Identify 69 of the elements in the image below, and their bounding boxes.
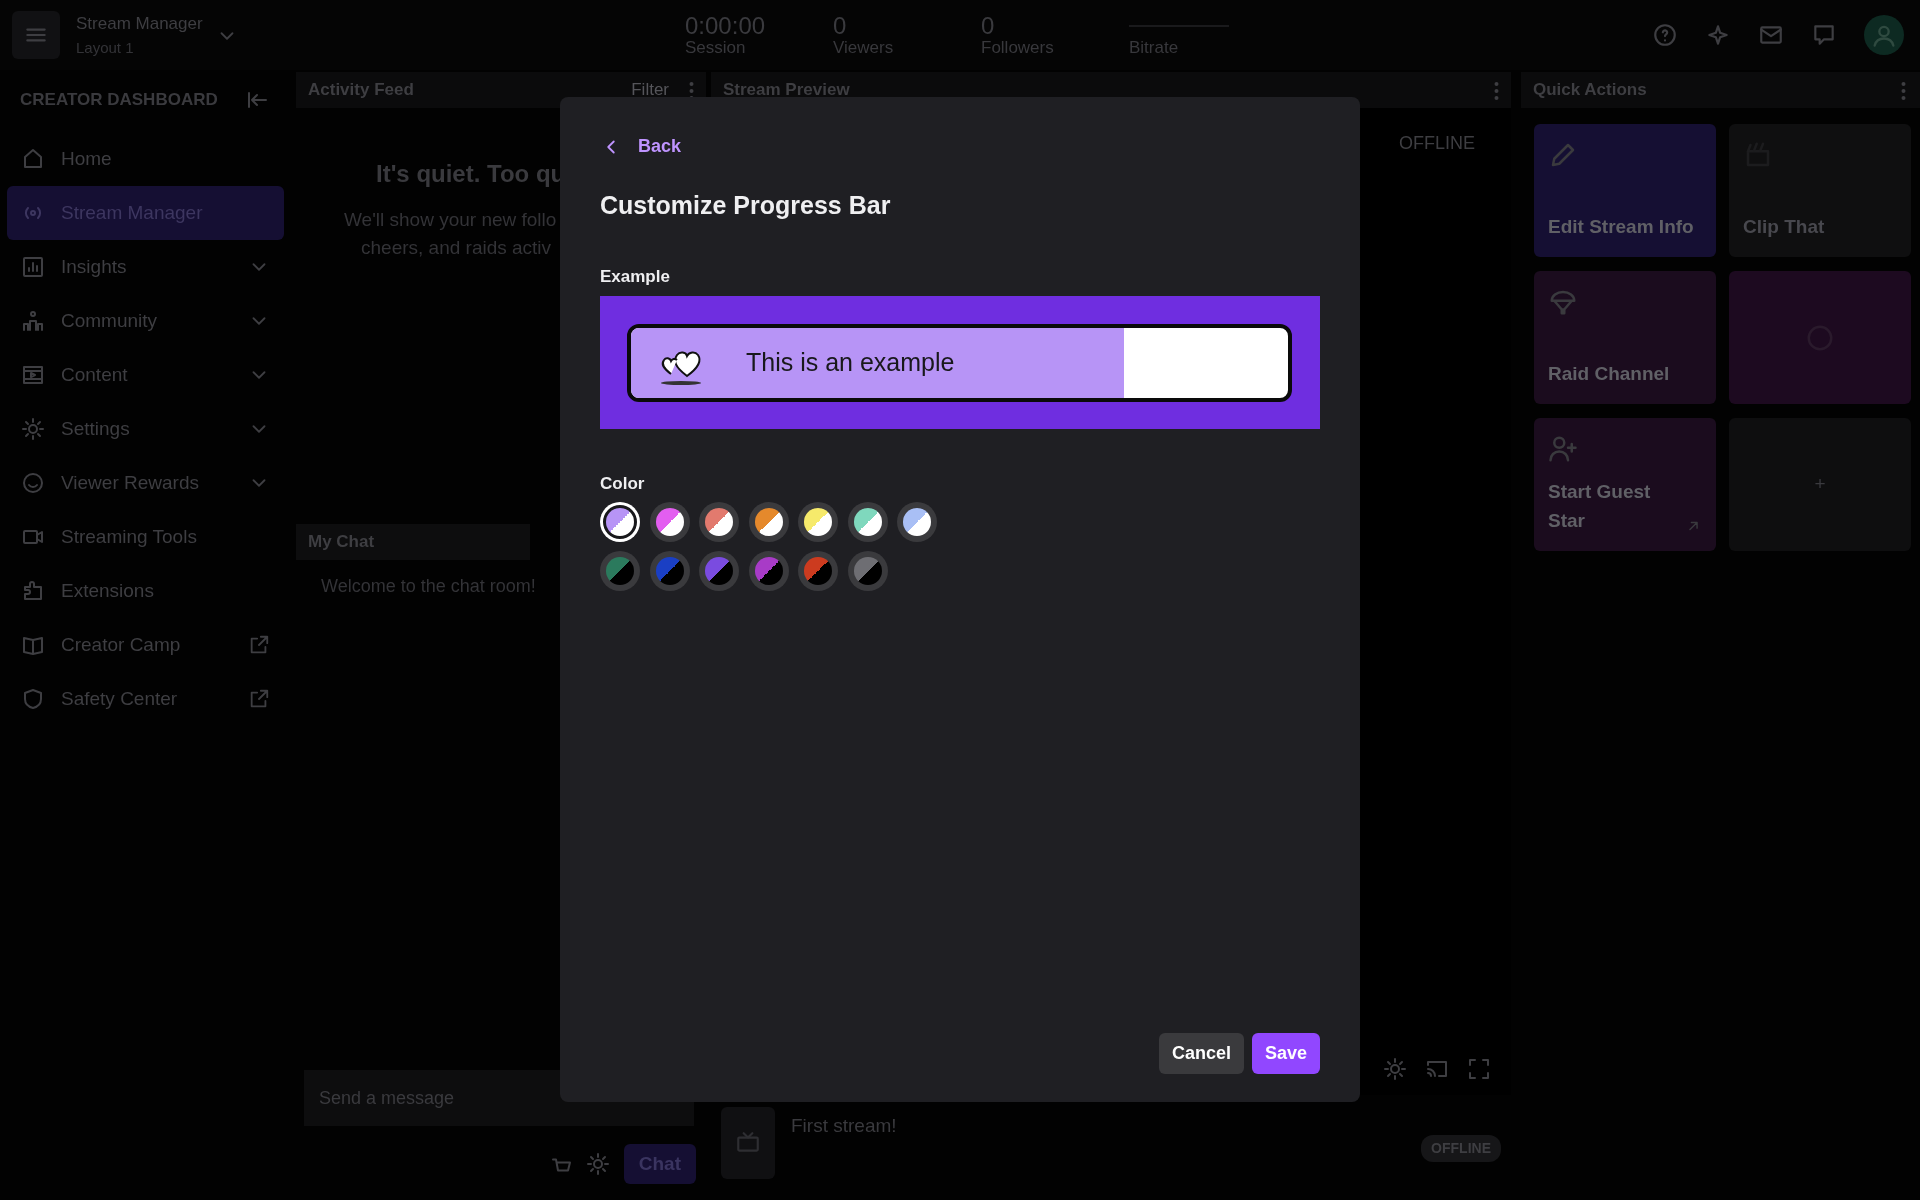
sidebar-item[interactable]: Viewer Rewards [7, 456, 284, 510]
stream-title: First stream! [791, 1114, 897, 1138]
color-swatch[interactable] [748, 502, 789, 542]
kebab-icon [1901, 80, 1906, 101]
color-swatch[interactable] [897, 502, 937, 542]
sidebar-item[interactable]: Content [7, 348, 284, 402]
sidebar-item[interactable]: Home [7, 132, 284, 186]
color-swatch[interactable] [798, 551, 838, 591]
stat-value: 0 [981, 13, 996, 39]
player-settings-button[interactable] [1383, 1056, 1407, 1081]
quick-action-tile[interactable]: Raid Channel [1534, 271, 1716, 404]
chat-bubble-icon [1811, 22, 1837, 48]
color-swatch[interactable] [699, 502, 739, 542]
people-icon [21, 309, 45, 333]
external-link-icon [248, 688, 270, 710]
shield-icon [21, 687, 45, 711]
film-icon [21, 363, 45, 387]
stream-status: OFFLINE [1399, 133, 1475, 153]
fullscreen-icon [1467, 1057, 1491, 1081]
color-swatch[interactable] [798, 502, 838, 542]
sparkle-icon [1705, 22, 1731, 48]
sidebar-item[interactable]: Extensions [7, 564, 284, 618]
color-swatch[interactable] [847, 551, 888, 591]
quick-action-tile[interactable]: Start Guest Star [1534, 418, 1716, 551]
sidebar-title: CREATOR DASHBOARD [20, 89, 218, 112]
bar-chart-icon [21, 255, 45, 279]
stat-value: 0:00:00 [685, 13, 767, 39]
gear-icon [21, 417, 45, 441]
puzzle-icon [21, 579, 45, 603]
gear-icon [1383, 1057, 1407, 1081]
layout-title: Stream Manager [76, 13, 204, 35]
back-link[interactable]: Back [600, 133, 682, 160]
add-action-tile[interactable]: + [1729, 418, 1911, 551]
menu-button[interactable] [12, 11, 60, 59]
color-swatch[interactable] [748, 551, 789, 591]
cancel-button[interactable]: Cancel [1158, 1033, 1244, 1074]
sidebar-item[interactable]: Settings [7, 402, 284, 456]
color-swatch[interactable] [649, 551, 690, 591]
fullscreen-button[interactable] [1467, 1056, 1491, 1081]
sidebar-item[interactable]: Community [7, 294, 284, 348]
help-button[interactable] [1652, 22, 1678, 48]
whisper-button[interactable] [1811, 22, 1837, 48]
sparkle-button[interactable] [1705, 22, 1731, 48]
add-person-icon [1548, 434, 1578, 464]
section-label: Color [600, 472, 646, 495]
save-button[interactable]: Save [1251, 1033, 1320, 1074]
color-swatch[interactable] [600, 551, 640, 591]
section-label: Example [600, 266, 671, 288]
sidebar-item[interactable]: Insights [7, 240, 284, 294]
progress-bar-label: This is an example [746, 346, 955, 378]
sidebar-item[interactable]: Safety Center [7, 672, 284, 726]
avatar-button[interactable] [1864, 15, 1904, 55]
stat-value: 0 [833, 13, 848, 39]
color-swatch[interactable] [649, 502, 690, 542]
kebab-icon [1494, 80, 1499, 101]
gear-icon [585, 1152, 610, 1177]
color-swatch[interactable] [847, 502, 888, 542]
smiley-icon [21, 471, 45, 495]
cart-icon [551, 1157, 572, 1172]
external-link-icon [248, 634, 270, 656]
chat-settings-button[interactable] [585, 1151, 610, 1177]
sidebar-item[interactable]: Creator Camp [7, 618, 284, 672]
quick-action-tile[interactable]: Edit Stream Info [1534, 124, 1716, 257]
modal-title: Customize Progress Bar [600, 189, 892, 221]
house-icon [21, 147, 45, 171]
color-swatch[interactable] [699, 551, 739, 591]
help-icon [1652, 22, 1678, 48]
color-swatch[interactable] [600, 502, 640, 542]
sidebar-item[interactable]: Streaming Tools [7, 510, 284, 564]
